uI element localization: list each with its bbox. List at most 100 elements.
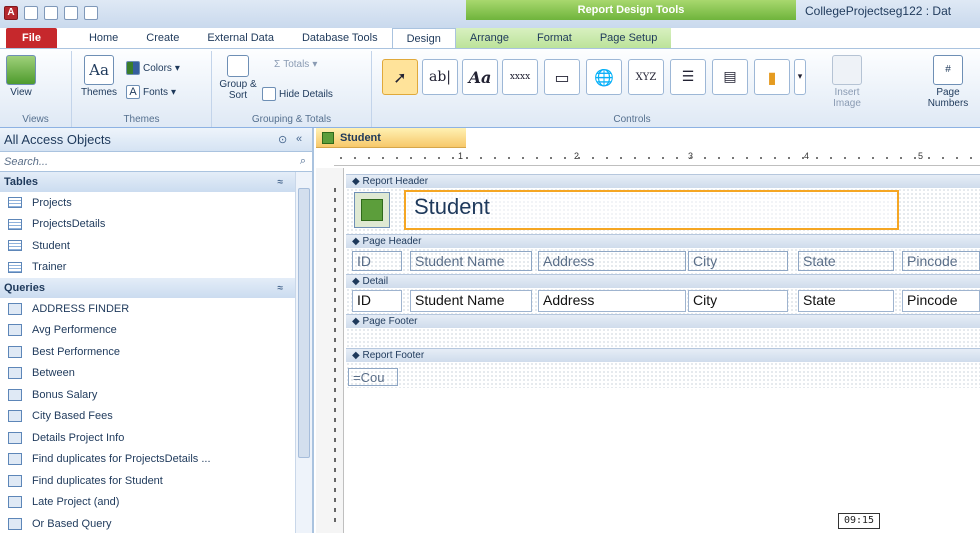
colors-button[interactable]: Colors ▾ (126, 61, 180, 75)
textbox-control-icon[interactable]: ab| (422, 59, 458, 95)
report-header-section[interactable]: Student (346, 188, 980, 234)
nav-scroll-thumb[interactable] (298, 188, 310, 458)
count-textbox[interactable]: =Cou (348, 368, 398, 386)
nav-item-query[interactable]: Bonus Salary (0, 384, 297, 406)
select-pointer-icon[interactable]: ➚ (382, 59, 418, 95)
field-textbox[interactable]: Student Name (410, 290, 532, 312)
page-numbers-button[interactable]: # Page Numbers (920, 55, 976, 109)
field-label[interactable]: Address (538, 251, 686, 271)
fonts-button[interactable]: A Fonts ▾ (126, 85, 176, 99)
field-label[interactable]: State (798, 251, 894, 271)
report-title-label[interactable]: Student (404, 190, 899, 230)
new-file-icon[interactable] (84, 6, 98, 20)
field-label[interactable]: Pincode (902, 251, 980, 271)
nav-item-query[interactable]: ADDRESS FINDER (0, 298, 297, 320)
ruler-tick (334, 418, 336, 422)
hyperlink-control-icon[interactable]: 🌐 (586, 59, 622, 95)
field-textbox[interactable]: ID (352, 290, 402, 312)
report-logo[interactable] (354, 192, 390, 228)
report-footer-section[interactable]: =Cou (346, 362, 980, 388)
nav-item-query[interactable]: City Based Fees (0, 406, 297, 428)
tab-create[interactable]: Create (132, 28, 193, 48)
queries-section-header[interactable]: Queries ≈ (0, 278, 297, 298)
search-icon[interactable]: ⌕ (300, 155, 306, 168)
undo-icon[interactable] (44, 6, 58, 20)
tab-design[interactable]: Design (391, 28, 456, 48)
report-header-band[interactable]: ◆ Report Header (346, 174, 980, 188)
ruler-tick (334, 438, 336, 442)
nav-item-table[interactable]: Projects (0, 192, 297, 214)
tab-format[interactable]: Format (523, 28, 586, 48)
query-icon (8, 496, 22, 509)
query-icon (8, 474, 22, 487)
nav-item-table[interactable]: ProjectsDetails (0, 214, 297, 236)
field-textbox[interactable]: Address (538, 290, 686, 312)
field-label[interactable]: City (688, 251, 788, 271)
nav-item-query[interactable]: Details Project Info (0, 427, 297, 449)
combo-box-icon[interactable]: ▤ (712, 59, 748, 95)
view-button[interactable]: View (4, 55, 38, 98)
nav-dropdown-icon[interactable]: ⊙ (278, 133, 287, 146)
shutter-bar-close-icon[interactable]: « (296, 133, 302, 145)
detail-section[interactable]: ID Student Name Address City State Pinco… (346, 288, 980, 314)
nav-scrollbar[interactable] (295, 172, 312, 533)
tab-page-setup[interactable]: Page Setup (585, 28, 672, 48)
document-tab-label: Student (340, 131, 381, 144)
nav-item-table[interactable]: Trainer (0, 257, 297, 279)
page-header-band[interactable]: ◆ Page Header (346, 234, 980, 248)
tables-section-header[interactable]: Tables ≈ (0, 172, 297, 192)
document-tab[interactable]: Student (316, 128, 466, 148)
option-group-icon[interactable]: XYZ (628, 59, 664, 95)
button-control-icon[interactable]: xxxx (502, 59, 538, 95)
field-textbox[interactable]: City (688, 290, 788, 312)
field-textbox[interactable]: State (798, 290, 894, 312)
page-footer-section[interactable] (346, 328, 980, 348)
ruler-tick (334, 298, 336, 302)
nav-item-query[interactable]: Late Project (and) (0, 492, 297, 514)
tab-database-tools[interactable]: Database Tools (288, 28, 392, 48)
nav-item-table[interactable]: Student (0, 235, 297, 257)
nav-item-query[interactable]: Avg Performence (0, 320, 297, 342)
chart-control-icon[interactable]: ▮ (754, 59, 790, 95)
collapse-chevron-icon[interactable]: ≈ (278, 177, 284, 188)
field-label[interactable]: ID (352, 251, 402, 271)
controls-more-icon[interactable]: ▾ (794, 59, 806, 95)
tab-external-data[interactable]: External Data (193, 28, 288, 48)
themes-button[interactable]: Aa Themes (76, 55, 122, 98)
totals-button[interactable]: Σ Totals ▾ (274, 59, 317, 70)
nav-pane-header[interactable]: All Access Objects ⊙ « (0, 128, 312, 152)
page-footer-band[interactable]: ◆ Page Footer (346, 314, 980, 328)
table-icon (8, 218, 22, 230)
field-textbox[interactable]: Pincode (902, 290, 980, 312)
group-sort-button[interactable]: Group & Sort (216, 55, 260, 101)
nav-item-query[interactable]: Best Performence (0, 341, 297, 363)
ruler-dot (956, 157, 958, 159)
view-icon (6, 55, 36, 85)
ruler-dot (746, 157, 748, 159)
tab-file[interactable]: File (6, 28, 57, 48)
nav-search-input[interactable]: Search... ⌕ (0, 152, 312, 172)
tab-home[interactable]: Home (75, 28, 132, 48)
insert-image-button[interactable]: Insert Image (822, 55, 872, 109)
page-header-section[interactable]: ID Student Name Address City State Pinco… (346, 248, 980, 274)
redo-icon[interactable] (64, 6, 78, 20)
nav-item-query[interactable]: Or Based Query (0, 513, 297, 533)
hide-details-button[interactable]: Hide Details (262, 87, 333, 101)
save-icon[interactable] (24, 6, 38, 20)
tab-arrange[interactable]: Arrange (455, 28, 523, 48)
page-break-icon[interactable]: ☰ (670, 59, 706, 95)
label-control-icon[interactable]: Aa (462, 59, 498, 95)
tab-control-icon[interactable]: ▭ (544, 59, 580, 95)
table-icon (8, 261, 22, 273)
nav-item-query[interactable]: Find duplicates for ProjectsDetails ... (0, 449, 297, 471)
collapse-chevron-icon[interactable]: ≈ (278, 283, 284, 294)
time-overlay: 09:15 (838, 513, 880, 529)
detail-band[interactable]: ◆ Detail (346, 274, 980, 288)
ruler-tick (334, 268, 336, 272)
field-label[interactable]: Student Name (410, 251, 532, 271)
nav-item-query[interactable]: Between (0, 363, 297, 385)
report-footer-band[interactable]: ◆ Report Footer (346, 348, 980, 362)
nav-item-query[interactable]: Find duplicates for Student (0, 470, 297, 492)
ruler-number: 1 (458, 151, 464, 161)
ruler-dot (354, 157, 356, 159)
